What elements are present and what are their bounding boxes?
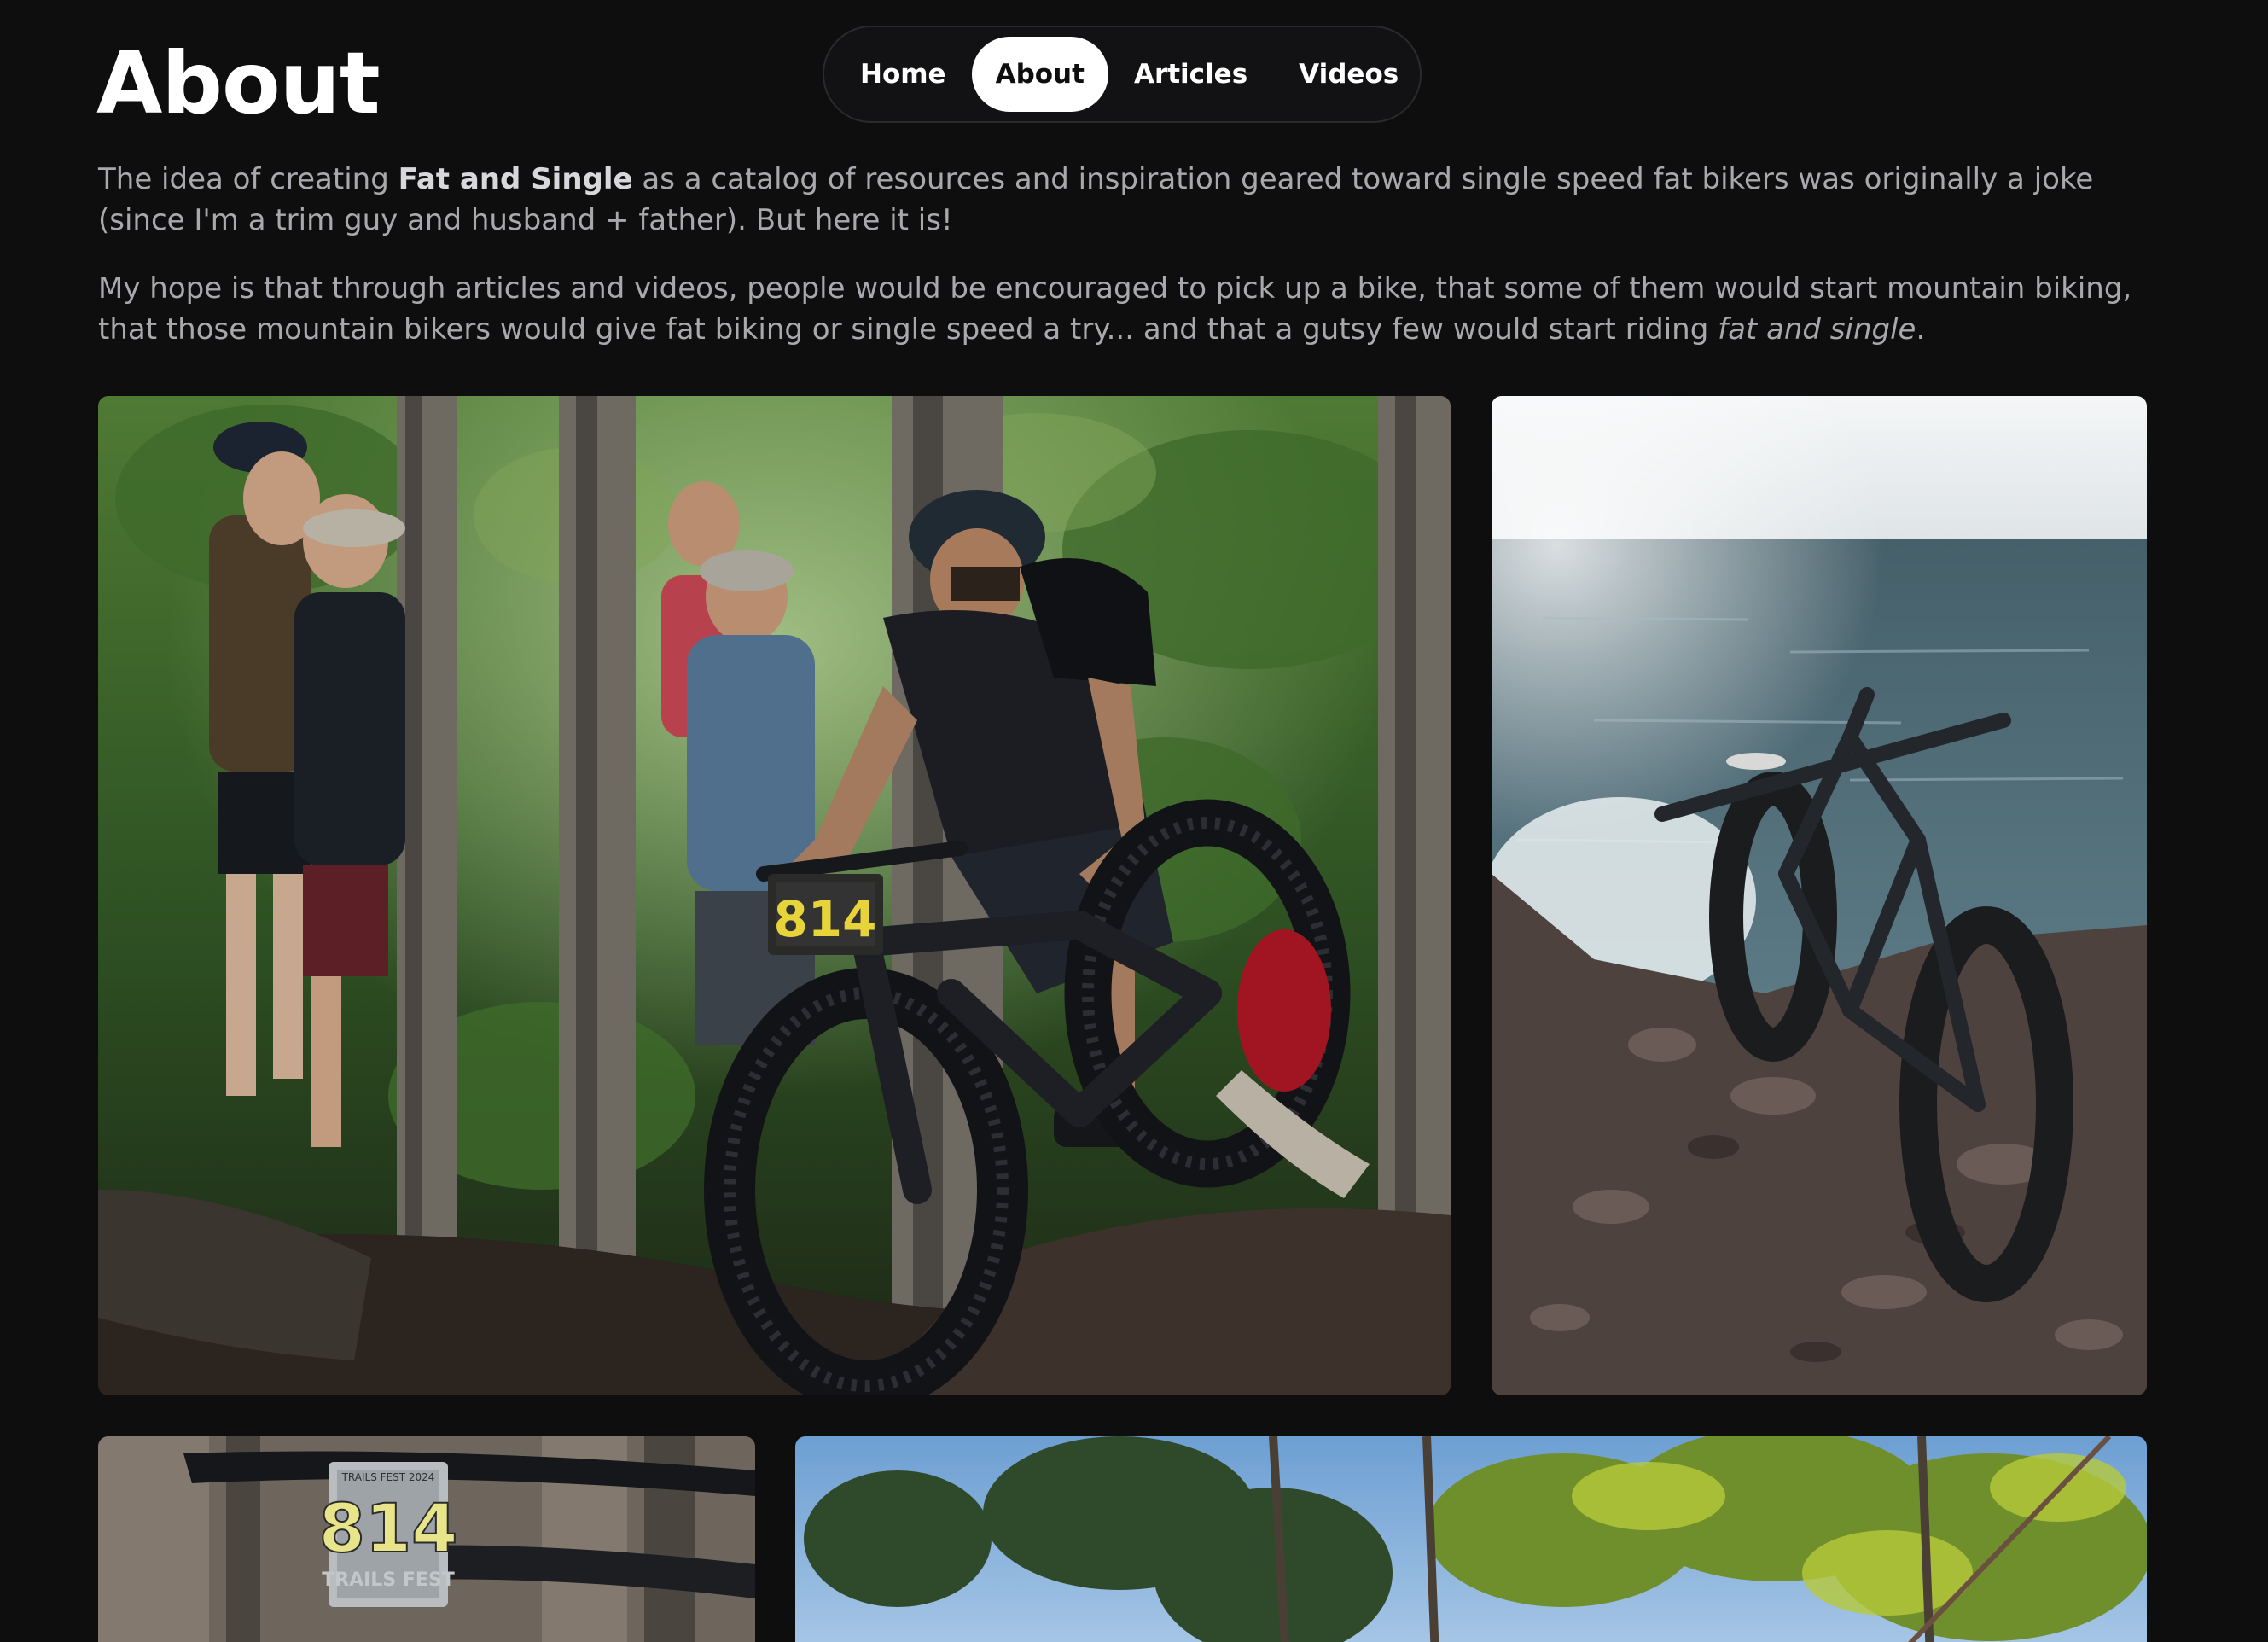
main-nav: Home About Articles Videos [823, 26, 1422, 123]
nav-home[interactable]: Home [835, 37, 972, 112]
intro-paragraph-1: The idea of creating Fat and Single as a… [98, 162, 2094, 237]
bib-closeup-image: TRAILS FEST 2024 814 TRAILS FEST [98, 1436, 755, 1642]
emphasis-phrase: fat and single [1718, 312, 1916, 346]
bib-number: 814 [319, 1491, 458, 1568]
photo-forest-race: 814 [98, 396, 1451, 1395]
site-name: Fat and Single [398, 162, 633, 196]
photo-bib-closeup: TRAILS FEST 2024 814 TRAILS FEST [98, 1436, 755, 1642]
shoreline-image [1492, 396, 2147, 1395]
intro-text: The idea of creating Fat and Single as a… [98, 159, 2163, 377]
nav-videos[interactable]: Videos [1273, 37, 1424, 112]
forest-race-image: 814 [98, 396, 1451, 1395]
page-title: About [96, 33, 381, 133]
tree-canopy-image [795, 1436, 2147, 1642]
bib-footer: TRAILS FEST [322, 1569, 455, 1591]
nav-about[interactable]: About [971, 37, 1108, 112]
photo-tree-canopy [795, 1436, 2147, 1642]
bib-header: TRAILS FEST 2024 [341, 1471, 435, 1483]
intro-paragraph-2: My hope is that through articles and vid… [98, 271, 2132, 346]
race-number: 814 [773, 890, 876, 948]
photo-shoreline-bike [1492, 396, 2147, 1395]
nav-articles[interactable]: Articles [1108, 37, 1273, 112]
